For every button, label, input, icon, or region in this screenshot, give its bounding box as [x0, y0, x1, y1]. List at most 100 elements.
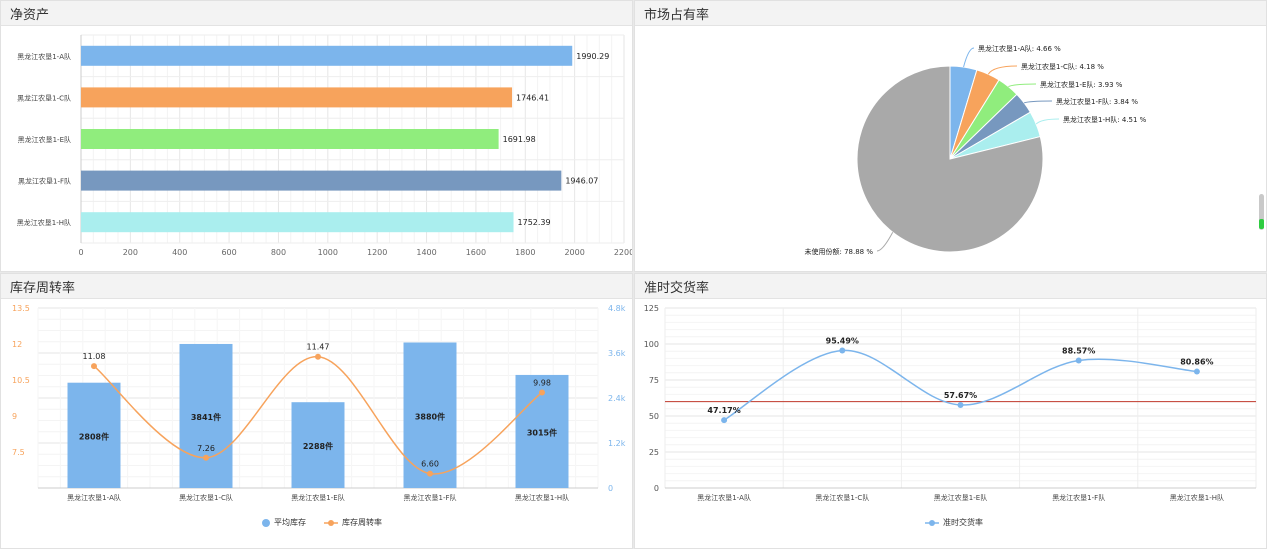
- net-assets-panel: 净资产 0 200 400 600 800 1000 1200 1400 1600 1800 200…: [0, 0, 633, 272]
- pie-label: 黑龙江农垦1-A队: 4.66 %: [978, 44, 1061, 53]
- bar-value-label: 3015件: [527, 427, 557, 437]
- net-assets-chart: 0 200 400 600 800 1000 1200 1400 1600 1800 2000 220…: [17, 34, 632, 257]
- x-tick-label: 200: [123, 248, 138, 257]
- bar: [81, 45, 573, 66]
- y-right-tick-label: 2.4k: [608, 394, 626, 403]
- category-label: 黑龙江农垦1-C队: [815, 493, 869, 502]
- category-label: 黑龙江农垦1-A队: [17, 52, 71, 61]
- bar-value-label: 1946.07: [565, 177, 598, 186]
- line-value-label: 6.60: [421, 460, 439, 469]
- y-right-tick-label: 0: [608, 484, 613, 493]
- y-tick-label: 50: [649, 412, 659, 421]
- market-share-panel: 市场占有率 黑龙江农垦1-A队: 4.66 % 黑龙江农垦1-C队: 4.18 %…: [634, 0, 1267, 272]
- inventory-turnover-title: 库存周转率: [10, 281, 76, 296]
- x-tick-label: 400: [172, 248, 187, 257]
- y-right-tick-label: 1.2k: [608, 439, 626, 448]
- category-label: 黑龙江农垦1-F队: [1052, 493, 1105, 502]
- on-time-delivery-panel: 准时交货率 0 25 50 75 100 125 黑龙江农垦1-A队 黑龙江农垦1-C队 黑龙江…: [634, 273, 1267, 549]
- x-tick-label: 1400: [416, 248, 436, 257]
- category-label: 黑龙江农垦1-H队: [1170, 493, 1224, 502]
- legend-delivery-marker: [925, 519, 939, 526]
- line-value-label: 7.26: [197, 444, 215, 453]
- line-value-label: 9.98: [533, 378, 551, 387]
- on-time-delivery-header: 准时交货率: [635, 274, 1266, 299]
- category-label: 黑龙江农垦1-F队: [18, 177, 71, 186]
- y-tick-label: 100: [644, 340, 659, 349]
- pie-label: 未使用份额: 78.88 %: [805, 247, 874, 256]
- y-tick-label: 0: [654, 484, 659, 493]
- on-time-delivery-title: 准时交货率: [644, 281, 710, 296]
- delivery-legend: 准时交货率: [925, 517, 983, 528]
- line-value-label: 11.08: [83, 352, 106, 361]
- y-tick-label: 125: [644, 304, 659, 313]
- x-tick-label: 2200: [614, 248, 632, 257]
- category-label: 黑龙江农垦1-H队: [515, 493, 569, 502]
- x-tick-label: 1200: [367, 248, 387, 257]
- pie-label: 黑龙江农垦1-F队: 3.84 %: [1056, 97, 1138, 106]
- market-share-chart: 黑龙江农垦1-A队: 4.66 % 黑龙江农垦1-C队: 4.18 % 黑龙江农垦1…: [805, 44, 1147, 256]
- bar-value-label: 1990.29: [576, 52, 609, 61]
- bar-value-label: 2808件: [79, 431, 109, 441]
- bar-value-label: 2288件: [303, 441, 333, 451]
- pie-leader-line: [1023, 100, 1053, 104]
- line-point: [539, 389, 545, 396]
- pie-label: 黑龙江农垦1-E队: 3.93 %: [1040, 80, 1123, 89]
- bar: [81, 87, 513, 108]
- pie-leader-line: [963, 47, 975, 68]
- line-value-label: 88.57%: [1062, 346, 1095, 355]
- legend-turnover-marker: [324, 519, 338, 526]
- line-point: [1193, 368, 1200, 375]
- line-point: [721, 417, 728, 424]
- category-label: 黑龙江农垦1-H队: [17, 218, 71, 227]
- pie-leader-line: [987, 65, 1018, 75]
- y-left-tick-label: 13.5: [12, 304, 30, 313]
- line-value-label: 11.47: [307, 343, 330, 352]
- pie-label: 黑龙江农垦1-C队: 4.18 %: [1021, 62, 1104, 71]
- line-point: [957, 401, 964, 408]
- bar: [81, 170, 562, 191]
- net-assets-header: 净资产: [1, 1, 632, 26]
- category-label: 黑龙江农垦1-C队: [179, 493, 233, 502]
- bar-value-label: 3841件: [191, 412, 221, 422]
- pie-leader-line: [876, 232, 894, 252]
- line-value-label: 47.17%: [707, 406, 740, 415]
- y-left-tick-label: 7.5: [12, 448, 25, 457]
- line-point: [203, 454, 209, 461]
- category-label: 黑龙江农垦1-A队: [67, 493, 121, 502]
- y-tick-label: 25: [649, 448, 659, 457]
- y-left-tick-label: 10.5: [12, 376, 30, 385]
- bar-value-label: 1752.39: [518, 218, 551, 227]
- line-point: [315, 353, 321, 360]
- x-tick-label: 600: [221, 248, 236, 257]
- scrollbar-indicator: [1259, 219, 1264, 229]
- pie-label: 黑龙江农垦1-H队: 4.51 %: [1063, 115, 1147, 124]
- delivery-line: [723, 349, 1197, 421]
- y-right-tick-label: 4.8k: [608, 304, 626, 313]
- category-label: 黑龙江农垦1-A队: [697, 493, 751, 502]
- y-left-tick-label: 9: [12, 412, 17, 421]
- y-right-tick-label: 3.6k: [608, 349, 626, 358]
- net-assets-title: 净资产: [10, 8, 50, 23]
- bar: [81, 129, 499, 149]
- legend-turnover-label: 库存周转率: [342, 518, 382, 527]
- line-point: [427, 470, 433, 477]
- line-value-label: 95.49%: [826, 336, 859, 345]
- x-tick-label: 2000: [564, 248, 584, 257]
- legend-avg-stock-label: 平均库存: [274, 518, 306, 527]
- market-share-title: 市场占有率: [644, 8, 710, 23]
- category-label: 黑龙江农垦1-F队: [403, 493, 456, 502]
- market-share-header: 市场占有率: [635, 1, 1266, 26]
- on-time-delivery-chart: 0 25 50 75 100 125 黑龙江农垦1-A队 黑龙江农垦1-C队 黑龙江农垦1-E队…: [644, 304, 1257, 502]
- x-tick-label: 1000: [318, 248, 338, 257]
- bar-value-label: 1691.98: [503, 135, 536, 144]
- line-point: [839, 347, 846, 354]
- line-point: [91, 363, 97, 370]
- line-point: [1075, 357, 1082, 364]
- line-value-label: 57.67%: [944, 391, 977, 400]
- inventory-turnover-panel: 库存周转率 7.5 9 10.5 12 13.5 0 1.2k 2.4k 3.6k 4.8k 280…: [0, 273, 633, 549]
- x-tick-label: 800: [271, 248, 286, 257]
- bar-value-label: 3880件: [415, 411, 445, 421]
- category-label: 黑龙江农垦1-E队: [934, 493, 987, 502]
- pie-leader-line: [1035, 118, 1060, 125]
- legend-avg-stock-marker: [262, 518, 270, 527]
